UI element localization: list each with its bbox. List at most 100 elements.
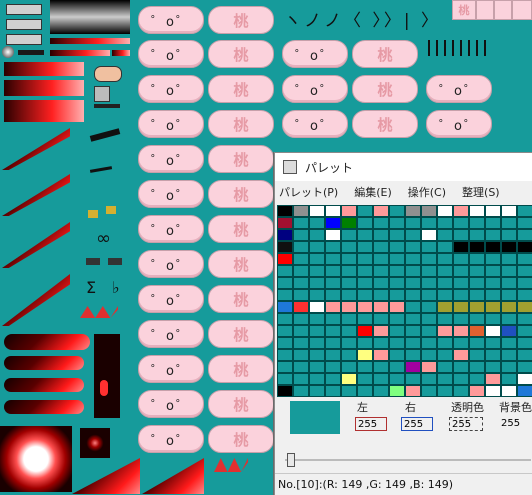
palette-cell[interactable] bbox=[341, 349, 357, 361]
palette-cell[interactable] bbox=[389, 373, 405, 385]
palette-cell[interactable] bbox=[309, 265, 325, 277]
palette-cell[interactable] bbox=[501, 289, 517, 301]
palette-cell[interactable] bbox=[277, 313, 293, 325]
palette-cell[interactable] bbox=[405, 301, 421, 313]
palette-cell[interactable] bbox=[325, 289, 341, 301]
palette-cell[interactable] bbox=[469, 313, 485, 325]
palette-cell[interactable] bbox=[485, 325, 501, 337]
palette-cell[interactable] bbox=[453, 373, 469, 385]
palette-cell[interactable] bbox=[517, 217, 532, 229]
right-color-field[interactable]: 255 bbox=[401, 417, 433, 431]
palette-cell[interactable] bbox=[357, 349, 373, 361]
palette-cell[interactable] bbox=[405, 265, 421, 277]
palette-cell[interactable] bbox=[469, 385, 485, 397]
palette-cell[interactable] bbox=[437, 265, 453, 277]
palette-cell[interactable] bbox=[517, 361, 532, 373]
palette-cell[interactable] bbox=[357, 301, 373, 313]
palette-cell[interactable] bbox=[501, 229, 517, 241]
palette-cell[interactable] bbox=[453, 277, 469, 289]
palette-cell[interactable] bbox=[501, 265, 517, 277]
palette-cell[interactable] bbox=[453, 205, 469, 217]
palette-cell[interactable] bbox=[293, 265, 309, 277]
palette-cell[interactable] bbox=[517, 301, 532, 313]
palette-cell[interactable] bbox=[485, 361, 501, 373]
palette-cell[interactable] bbox=[325, 205, 341, 217]
palette-cell[interactable] bbox=[293, 241, 309, 253]
palette-cell[interactable] bbox=[501, 349, 517, 361]
palette-cell[interactable] bbox=[357, 289, 373, 301]
menu-palette[interactable]: パレット(P) bbox=[279, 184, 338, 200]
palette-cell[interactable] bbox=[405, 241, 421, 253]
palette-cell[interactable] bbox=[293, 361, 309, 373]
palette-cell[interactable] bbox=[437, 337, 453, 349]
palette-cell[interactable] bbox=[309, 313, 325, 325]
palette-cell[interactable] bbox=[389, 349, 405, 361]
palette-cell[interactable] bbox=[373, 289, 389, 301]
palette-cell[interactable] bbox=[437, 277, 453, 289]
palette-cell[interactable] bbox=[293, 253, 309, 265]
palette-cell[interactable] bbox=[325, 313, 341, 325]
palette-cell[interactable] bbox=[389, 325, 405, 337]
palette-cell[interactable] bbox=[421, 385, 437, 397]
palette-cell[interactable] bbox=[373, 265, 389, 277]
palette-cell[interactable] bbox=[389, 229, 405, 241]
menu-edit[interactable]: 編集(E) bbox=[354, 184, 392, 200]
palette-cell[interactable] bbox=[389, 301, 405, 313]
palette-cell[interactable] bbox=[437, 313, 453, 325]
palette-cell[interactable] bbox=[357, 205, 373, 217]
palette-cell[interactable] bbox=[389, 385, 405, 397]
palette-cell[interactable] bbox=[421, 349, 437, 361]
palette-cell[interactable] bbox=[469, 253, 485, 265]
palette-cell[interactable] bbox=[389, 205, 405, 217]
palette-cell[interactable] bbox=[469, 241, 485, 253]
left-color-field[interactable]: 255 bbox=[355, 417, 387, 431]
palette-cell[interactable] bbox=[277, 337, 293, 349]
palette-cell[interactable] bbox=[421, 241, 437, 253]
palette-cell[interactable] bbox=[469, 349, 485, 361]
palette-cell[interactable] bbox=[405, 373, 421, 385]
palette-cell[interactable] bbox=[485, 229, 501, 241]
palette-cell[interactable] bbox=[293, 313, 309, 325]
palette-cell[interactable] bbox=[501, 313, 517, 325]
palette-cell[interactable] bbox=[469, 337, 485, 349]
palette-cell[interactable] bbox=[517, 313, 532, 325]
palette-cell[interactable] bbox=[357, 361, 373, 373]
palette-cell[interactable] bbox=[341, 325, 357, 337]
palette-cell[interactable] bbox=[517, 229, 532, 241]
palette-cell[interactable] bbox=[309, 253, 325, 265]
palette-cell[interactable] bbox=[341, 277, 357, 289]
palette-cell[interactable] bbox=[341, 337, 357, 349]
palette-cell[interactable] bbox=[517, 385, 532, 397]
palette-cell[interactable] bbox=[293, 205, 309, 217]
palette-cell[interactable] bbox=[453, 349, 469, 361]
palette-cell[interactable] bbox=[309, 217, 325, 229]
palette-cell[interactable] bbox=[373, 229, 389, 241]
palette-cell[interactable] bbox=[277, 301, 293, 313]
palette-cell[interactable] bbox=[517, 349, 532, 361]
palette-cell[interactable] bbox=[501, 373, 517, 385]
palette-cell[interactable] bbox=[453, 217, 469, 229]
palette-cell[interactable] bbox=[421, 205, 437, 217]
palette-cell[interactable] bbox=[421, 313, 437, 325]
palette-cell[interactable] bbox=[357, 217, 373, 229]
palette-cell[interactable] bbox=[501, 301, 517, 313]
palette-cell[interactable] bbox=[389, 313, 405, 325]
palette-cell[interactable] bbox=[517, 277, 532, 289]
palette-cell[interactable] bbox=[293, 289, 309, 301]
palette-cell[interactable] bbox=[501, 277, 517, 289]
palette-cell[interactable] bbox=[421, 325, 437, 337]
palette-cell[interactable] bbox=[357, 385, 373, 397]
palette-cell[interactable] bbox=[437, 385, 453, 397]
palette-cell[interactable] bbox=[293, 301, 309, 313]
palette-cell[interactable] bbox=[485, 289, 501, 301]
palette-cell[interactable] bbox=[277, 253, 293, 265]
palette-cell[interactable] bbox=[325, 253, 341, 265]
palette-cell[interactable] bbox=[453, 385, 469, 397]
palette-cell[interactable] bbox=[325, 373, 341, 385]
palette-cell[interactable] bbox=[341, 385, 357, 397]
color-grid[interactable] bbox=[277, 205, 532, 397]
palette-window[interactable]: パレット パレット(P) 編集(E) 操作(C) 整理(S) 左 右 透明色 背… bbox=[274, 152, 532, 495]
palette-cell[interactable] bbox=[373, 313, 389, 325]
palette-cell[interactable] bbox=[373, 325, 389, 337]
palette-cell[interactable] bbox=[309, 289, 325, 301]
